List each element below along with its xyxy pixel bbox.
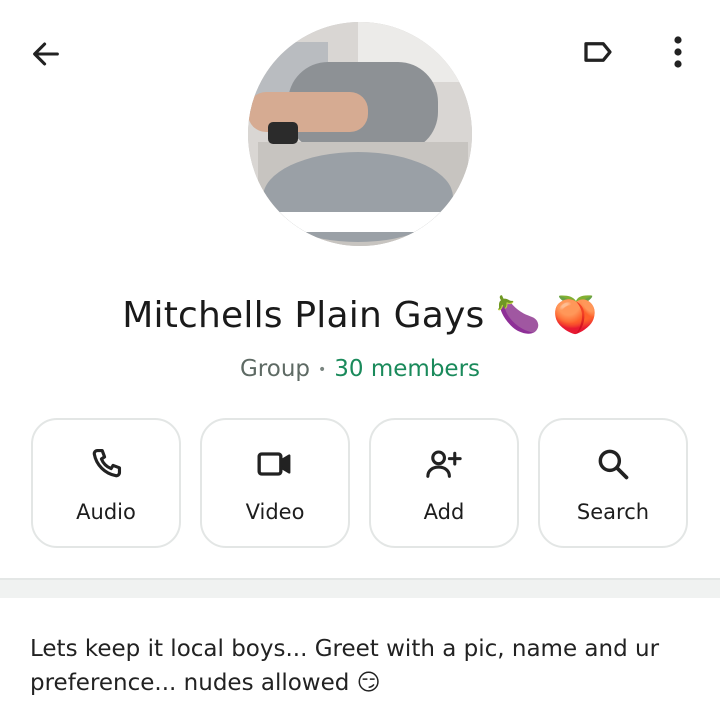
search-button[interactable]: Search: [538, 418, 688, 548]
more-vertical-icon: [674, 36, 682, 68]
group-description: Lets keep it local boys... Greet with a …: [30, 636, 660, 696]
label-tag-icon: [584, 42, 612, 62]
section-divider: [0, 578, 720, 598]
add-label: Add: [423, 500, 465, 524]
back-button[interactable]: [22, 30, 70, 78]
video-camera-icon: [255, 444, 295, 484]
phone-icon: [86, 444, 126, 484]
video-call-button[interactable]: Video: [200, 418, 350, 548]
add-person-icon: [424, 444, 464, 484]
separator-dot: •: [318, 361, 327, 378]
add-member-button[interactable]: Add: [369, 418, 519, 548]
audio-call-button[interactable]: Audio: [31, 418, 181, 548]
arrow-left-icon: [33, 42, 59, 66]
label-button[interactable]: [574, 28, 622, 76]
action-buttons: Audio Video Add Search: [31, 418, 689, 548]
video-label: Video: [245, 500, 305, 524]
search-icon: [593, 444, 633, 484]
group-type: Group: [239, 356, 311, 382]
group-name: Mitchells Plain Gays 🍆 🍑: [122, 295, 598, 336]
members-link[interactable]: 30 members: [334, 356, 480, 382]
group-meta: Group • 30 members: [0, 352, 720, 387]
avatar-photo: [248, 22, 472, 246]
search-label: Search: [576, 500, 650, 524]
group-avatar[interactable]: [248, 22, 472, 246]
more-options-button[interactable]: [656, 28, 700, 76]
audio-label: Audio: [76, 500, 136, 524]
